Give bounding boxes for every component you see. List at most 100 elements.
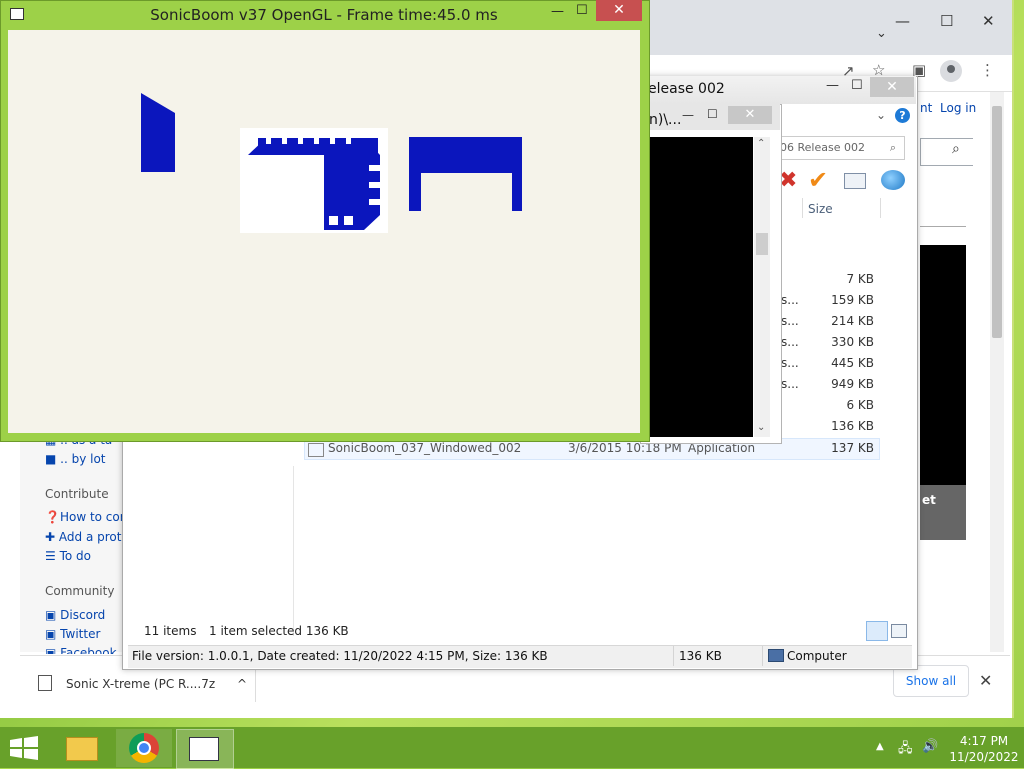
close-download-shelf-button[interactable]: ✕ (979, 671, 992, 690)
sidebar-link-label: Add a protot (58, 530, 123, 544)
profile-icon[interactable] (940, 60, 962, 82)
taskbar-sonicboom[interactable] (176, 729, 234, 769)
details-view-icon[interactable] (866, 621, 888, 641)
file-size: 214 KB (831, 314, 874, 328)
checkmark-icon[interactable]: ✔ (808, 166, 828, 194)
help-icon[interactable]: ? (895, 108, 910, 123)
divider (762, 646, 763, 666)
sonic-close-button[interactable]: ✕ (596, 0, 642, 21)
network-icon[interactable]: 🖧 (898, 739, 913, 761)
taskbar-file-explorer[interactable] (56, 729, 106, 767)
navigation-pane[interactable] (130, 466, 294, 636)
sidebar-link-label: Twitter (60, 627, 101, 641)
computer-icon (768, 649, 784, 662)
file-detail: s... (781, 356, 799, 370)
page-scrollbar-thumb[interactable] (992, 106, 1002, 338)
sidebar-link-label: Discord (60, 608, 106, 622)
sidebar-link-label: .. by lot (60, 452, 106, 466)
folder-icon (66, 737, 98, 761)
search-icon[interactable]: ⌕ (952, 141, 960, 157)
column-divider[interactable] (802, 198, 803, 218)
sonic-minimize-button[interactable]: — (551, 4, 564, 19)
status-selection: 1 item selected 136 KB (209, 624, 349, 638)
console-scrollbar-thumb[interactable] (756, 233, 768, 255)
search-icon: ⌕ (889, 141, 896, 154)
video-embed[interactable] (920, 245, 966, 485)
explorer-maximize-button[interactable]: ☐ (851, 78, 863, 93)
sidebar-link-label: Facebook (60, 646, 117, 654)
wiki-search-input[interactable] (920, 138, 973, 166)
show-hidden-icons-icon[interactable]: ▲ (876, 741, 884, 752)
window-icon (189, 737, 219, 761)
explorer-search-input[interactable]: 06 Release 002 ⌕ (777, 136, 905, 160)
promo-box[interactable]: et (920, 485, 966, 540)
chrome-icon (129, 733, 159, 763)
windows-logo-icon (10, 736, 38, 760)
file-detail: s... (781, 293, 799, 307)
browser-close-button[interactable]: ✕ (982, 12, 995, 30)
globe-icon[interactable] (881, 170, 905, 190)
sidebar-link-by-lot[interactable]: ■ .. by lot (45, 452, 123, 466)
console-minimize-button[interactable]: — (682, 108, 694, 122)
sidebar-link-to-do[interactable]: ☰ To do (45, 549, 123, 563)
file-size: 330 KB (831, 335, 874, 349)
browser-maximize-button[interactable]: ☐ (940, 12, 953, 30)
clock-date: 11/20/2022 (949, 750, 1019, 764)
file-size: 159 KB (831, 293, 874, 307)
question-icon: ❓ (45, 510, 60, 524)
column-divider[interactable] (880, 198, 881, 218)
login-link[interactable]: Log in (940, 101, 976, 115)
chevron-up-icon[interactable]: ^ (237, 677, 247, 691)
sonic-maximize-button[interactable]: ☐ (576, 3, 588, 18)
sidebar-link-add-prototype[interactable]: ✚ Add a protot (45, 530, 123, 544)
tab-search-chevron-icon[interactable]: ⌄ (876, 26, 887, 41)
browser-minimize-button[interactable]: — (895, 12, 910, 30)
sidebar-link-facebook[interactable]: ▣ Facebook (45, 646, 123, 654)
sign-icon[interactable] (844, 173, 866, 189)
search-placeholder: 06 Release 002 (780, 141, 865, 154)
start-button[interactable] (10, 736, 38, 763)
file-detail: s... (781, 314, 799, 328)
download-item[interactable]: Sonic X-treme (PC R....7z ^ (38, 675, 247, 691)
scroll-up-icon[interactable]: ⌃ (757, 138, 765, 149)
console-output[interactable] (648, 137, 753, 437)
menu-icon[interactable]: ⋮ (980, 61, 995, 79)
sidebar-heading-community: Community (45, 584, 115, 598)
facebook-icon: ▣ (45, 646, 57, 654)
sidebar-heading-contribute: Contribute (45, 487, 109, 501)
file-size: 6 KB (846, 398, 874, 412)
clock[interactable]: 4:17 PM 11/20/2022 (944, 733, 1024, 765)
explorer-minimize-button[interactable]: — (826, 78, 839, 93)
large-icons-view-icon[interactable] (891, 624, 907, 638)
download-filename: Sonic X-treme (PC R....7z (66, 677, 216, 691)
account-link[interactable]: nt (920, 101, 932, 115)
console-close-button[interactable]: ✕ (728, 106, 772, 124)
discord-icon: ▣ (45, 608, 57, 622)
file-size: 949 KB (831, 377, 874, 391)
console-scrollbar[interactable] (754, 137, 770, 437)
archive-file-icon (38, 675, 52, 691)
sidebar-link-label: To do (59, 549, 91, 563)
game-canvas[interactable] (8, 30, 640, 433)
column-header-size[interactable]: Size (808, 202, 833, 216)
promo-text: et (922, 493, 936, 507)
chevron-down-icon[interactable]: ⌄ (876, 108, 886, 122)
explorer-close-button[interactable]: ✕ (870, 77, 914, 97)
taskbar-chrome[interactable] (116, 729, 172, 767)
console-maximize-button[interactable]: ☐ (707, 107, 718, 121)
file-size: 445 KB (831, 356, 874, 370)
blue-sprite-right (409, 137, 522, 211)
file-size: 136 KB (831, 419, 874, 433)
plus-icon: ✚ (45, 530, 56, 544)
file-info-text: File version: 1.0.0.1, Date created: 11/… (132, 649, 548, 663)
blue-sprite-left (141, 93, 175, 172)
sidebar-link-how-to[interactable]: ❓How to cont (45, 510, 123, 524)
twitter-icon: ▣ (45, 627, 57, 641)
list-icon: ☰ (45, 549, 56, 563)
sidebar-link-twitter[interactable]: ▣ Twitter (45, 627, 123, 641)
divider (673, 646, 674, 666)
volume-icon[interactable]: 🔊 (922, 739, 938, 754)
file-detail: s... (781, 377, 799, 391)
sidebar-link-discord[interactable]: ▣ Discord (45, 608, 123, 622)
scroll-down-icon[interactable]: ⌄ (757, 422, 765, 433)
